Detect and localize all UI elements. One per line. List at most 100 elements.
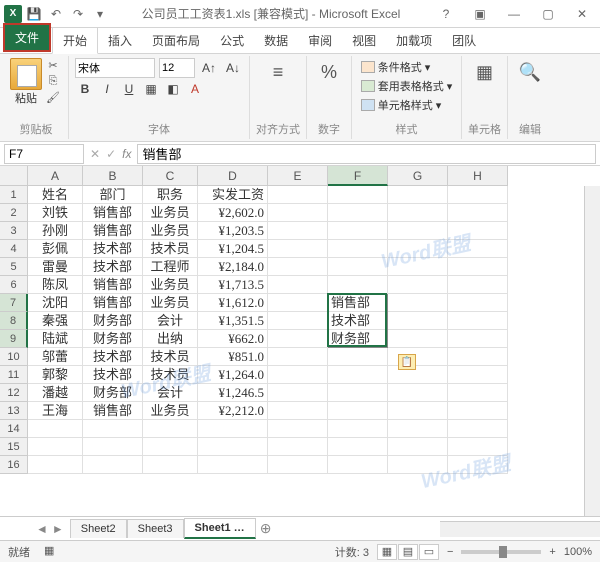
cell[interactable]: 业务员 [143, 222, 198, 240]
grow-font[interactable]: A↑ [199, 59, 219, 77]
cell[interactable] [268, 438, 328, 456]
cell[interactable]: ¥662.0 [198, 330, 268, 348]
qat-save[interactable]: 💾 [24, 4, 44, 24]
sheet-tab-1[interactable]: Sheet1 … [184, 518, 256, 539]
row-header[interactable]: 6 [0, 276, 28, 294]
tab-team[interactable]: 团队 [442, 28, 486, 53]
cell[interactable]: 财务部 [83, 384, 143, 402]
cell[interactable]: 技术部 [83, 366, 143, 384]
cell[interactable] [268, 276, 328, 294]
fill-color[interactable]: ◧ [163, 80, 183, 98]
enter-icon[interactable]: ✓ [106, 147, 116, 161]
cell[interactable] [448, 240, 508, 258]
row-header[interactable]: 13 [0, 402, 28, 420]
cell[interactable] [448, 366, 508, 384]
cell[interactable] [328, 420, 388, 438]
cell[interactable] [328, 438, 388, 456]
cell[interactable] [388, 456, 448, 474]
zoom-slider[interactable] [461, 550, 541, 554]
percent-icon[interactable]: % [313, 58, 345, 86]
cell[interactable] [388, 222, 448, 240]
font-size-select[interactable] [159, 58, 195, 78]
ribbon-options[interactable]: ▣ [466, 4, 494, 24]
row-header[interactable]: 9 [0, 330, 28, 348]
cell[interactable]: 彭佩 [28, 240, 83, 258]
cell[interactable]: 实发工资 [198, 186, 268, 204]
cut-button[interactable]: ✂ [44, 58, 62, 72]
row-header[interactable]: 5 [0, 258, 28, 276]
cell[interactable]: ¥851.0 [198, 348, 268, 366]
cell[interactable]: 邬蕾 [28, 348, 83, 366]
cell[interactable] [328, 456, 388, 474]
cell[interactable]: 王海 [28, 402, 83, 420]
sheet-nav-prev[interactable]: ◄ [36, 522, 48, 536]
cell[interactable] [328, 276, 388, 294]
col-header-C[interactable]: C [143, 166, 198, 186]
tab-view[interactable]: 视图 [342, 28, 386, 53]
cell[interactable]: 沈阳 [28, 294, 83, 312]
row-header[interactable]: 12 [0, 384, 28, 402]
cell[interactable]: 陆斌 [28, 330, 83, 348]
cell[interactable] [268, 312, 328, 330]
cell[interactable]: 技术员 [143, 240, 198, 258]
cell[interactable] [83, 456, 143, 474]
cell[interactable]: 销售部 [83, 402, 143, 420]
cell[interactable] [388, 312, 448, 330]
cell[interactable] [198, 420, 268, 438]
underline-button[interactable]: U [119, 80, 139, 98]
cell[interactable] [268, 420, 328, 438]
cell[interactable]: ¥2,602.0 [198, 204, 268, 222]
cell[interactable]: 雷曼 [28, 258, 83, 276]
conditional-format[interactable]: 条件格式 ▾ [359, 58, 455, 76]
cell[interactable] [143, 420, 198, 438]
tab-review[interactable]: 审阅 [298, 28, 342, 53]
tab-layout[interactable]: 页面布局 [142, 28, 210, 53]
cell[interactable]: 业务员 [143, 402, 198, 420]
cell[interactable] [448, 402, 508, 420]
col-header-G[interactable]: G [388, 166, 448, 186]
cell[interactable] [143, 456, 198, 474]
row-header[interactable]: 1 [0, 186, 28, 204]
cell[interactable] [28, 456, 83, 474]
sheet-nav-next[interactable]: ► [52, 522, 64, 536]
zoom-out[interactable]: − [447, 546, 453, 558]
row-header[interactable]: 7 [0, 294, 28, 312]
cell[interactable]: 销售部 [83, 204, 143, 222]
cell[interactable] [328, 240, 388, 258]
cell[interactable] [268, 402, 328, 420]
cell[interactable] [328, 402, 388, 420]
tab-home[interactable]: 开始 [52, 27, 98, 54]
fx-icon[interactable]: fx [122, 147, 131, 161]
cell[interactable] [268, 294, 328, 312]
cell[interactable] [83, 438, 143, 456]
bold-button[interactable]: B [75, 80, 95, 98]
font-color[interactable]: A [185, 80, 205, 98]
cell[interactable] [448, 276, 508, 294]
cell[interactable] [198, 456, 268, 474]
cell[interactable] [448, 420, 508, 438]
cancel-icon[interactable]: ✕ [90, 147, 100, 161]
cell[interactable]: 出纳 [143, 330, 198, 348]
view-page[interactable]: ▤ [398, 544, 418, 560]
cell[interactable]: 财务部 [83, 330, 143, 348]
cell[interactable] [268, 258, 328, 276]
row-header[interactable]: 4 [0, 240, 28, 258]
vertical-scrollbar[interactable] [584, 186, 600, 516]
cell[interactable] [328, 186, 388, 204]
cell[interactable] [83, 420, 143, 438]
cell[interactable]: 姓名 [28, 186, 83, 204]
cell[interactable]: ¥1,264.0 [198, 366, 268, 384]
cell[interactable] [28, 420, 83, 438]
cell[interactable] [268, 204, 328, 222]
cell[interactable]: 财务部 [83, 312, 143, 330]
table-format[interactable]: 套用表格格式 ▾ [359, 77, 455, 95]
cell[interactable]: ¥1,246.5 [198, 384, 268, 402]
row-header[interactable]: 10 [0, 348, 28, 366]
cell[interactable] [388, 366, 448, 384]
close-button[interactable]: ✕ [568, 4, 596, 24]
col-header-E[interactable]: E [268, 166, 328, 186]
tab-addin[interactable]: 加载项 [386, 28, 442, 53]
sheet-tab-2[interactable]: Sheet2 [70, 519, 127, 538]
cell[interactable] [448, 330, 508, 348]
qat-undo[interactable]: ↶ [46, 4, 66, 24]
